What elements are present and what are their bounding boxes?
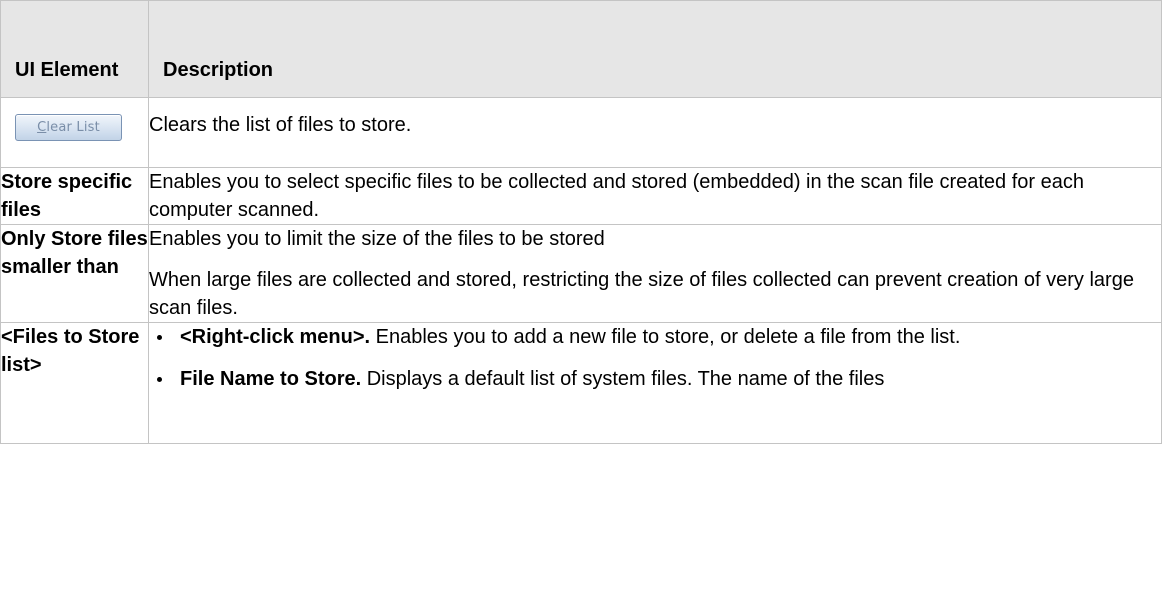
ui-element-cell: Clear List <box>0 97 149 168</box>
description-text: When large files are collected and store… <box>149 269 1134 319</box>
bullet-text: Enables you to add a new file to store, … <box>370 326 961 348</box>
table-row: Only Store files smaller than Enables yo… <box>0 224 1162 323</box>
bullet-dot-icon <box>157 377 162 382</box>
bullet-text: Displays a default list of system files.… <box>361 368 885 390</box>
table-row: <Files to Store list> <Right-click menu>… <box>0 322 1162 444</box>
clear-list-label: lear List <box>46 120 100 135</box>
header-ui-element: UI Element <box>0 0 149 98</box>
description-cell: Enables you to select specific files to … <box>148 167 1162 225</box>
table-row: Store specific files Enables you to sele… <box>0 167 1162 225</box>
ui-element-cell: Store specific files <box>0 167 149 225</box>
bullet-term: <Right-click menu>. <box>180 326 371 348</box>
clear-list-button[interactable]: Clear List <box>15 114 122 141</box>
description-cell: Clears the list of files to store. <box>148 97 1162 168</box>
description-text: Enables you to select specific files to … <box>149 171 1084 221</box>
table-header-row: UI Element Description <box>0 0 1162 98</box>
bullet-item: <Right-click menu>. Enables you to add a… <box>149 323 1161 351</box>
bullet-dot-icon <box>157 335 162 340</box>
description-bullet-list: <Right-click menu>. Enables you to add a… <box>149 323 1161 393</box>
bullet-item: File Name to Store. Displays a default l… <box>149 365 1161 393</box>
header-description: Description <box>148 0 1162 98</box>
description-text: Enables you to limit the size of the fil… <box>149 228 605 250</box>
table-row: Clear List Clears the list of files to s… <box>0 97 1162 168</box>
ui-element-cell: <Files to Store list> <box>0 322 149 444</box>
description-cell: <Right-click menu>. Enables you to add a… <box>148 322 1162 444</box>
description-cell: Enables you to limit the size of the fil… <box>148 224 1162 323</box>
bullet-term: File Name to Store. <box>180 368 362 390</box>
description-text: Clears the list of files to store. <box>149 114 412 136</box>
ui-element-cell: Only Store files smaller than <box>0 224 149 323</box>
clear-list-mnemonic: C <box>37 120 47 135</box>
ui-elements-table: UI Element Description Clear List Clears… <box>0 0 1162 444</box>
